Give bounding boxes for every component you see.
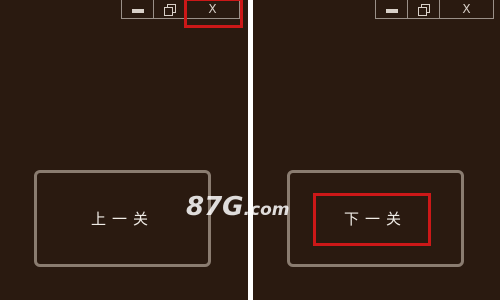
site-watermark: 87G.com	[186, 192, 289, 222]
watermark-main: 87G	[186, 192, 244, 222]
close-button[interactable]: X	[440, 0, 494, 18]
minimize-button[interactable]	[376, 0, 408, 18]
window-controls: X	[375, 0, 494, 19]
left-game-window: X 上一关	[0, 0, 248, 300]
minimize-button[interactable]	[122, 0, 154, 18]
previous-level-button[interactable]: 上一关	[34, 170, 211, 267]
previous-level-label: 上一关	[90, 210, 154, 228]
restore-icon	[163, 3, 176, 16]
minimize-icon	[385, 8, 398, 13]
restore-icon	[417, 3, 430, 16]
watermark-suffix: .com	[243, 200, 290, 220]
close-button-highlight	[184, 0, 243, 28]
restore-button[interactable]	[154, 0, 186, 18]
minimize-icon	[131, 8, 144, 13]
close-icon: X	[462, 2, 471, 16]
next-level-highlight	[313, 193, 431, 246]
right-game-window: X 下一关	[253, 0, 500, 300]
restore-button[interactable]	[408, 0, 440, 18]
